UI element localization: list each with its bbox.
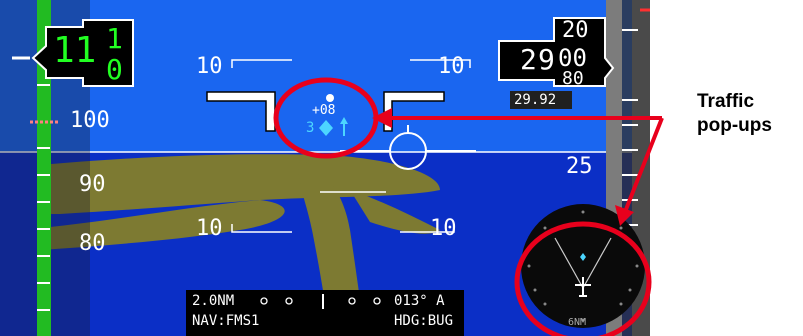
callout-circle-inset — [514, 221, 652, 336]
callout-label: Traffic pop-ups — [697, 90, 772, 138]
callout-circle-traffic — [273, 77, 379, 159]
callout-arrow-line — [623, 117, 664, 213]
callout-line-1: Traffic — [697, 91, 755, 112]
callout-overlay — [273, 77, 664, 336]
callout-line-2: pop-ups — [697, 115, 772, 136]
